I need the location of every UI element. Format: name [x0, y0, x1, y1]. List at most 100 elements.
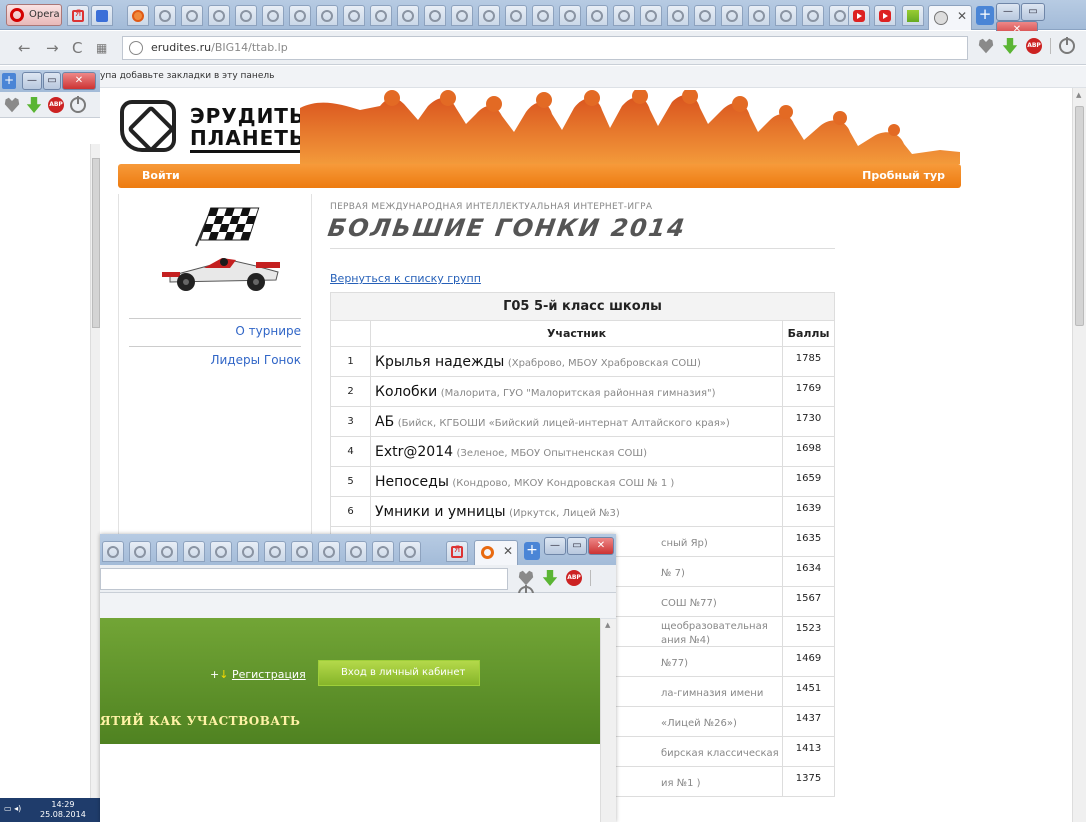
tab-loading[interactable]	[183, 541, 205, 562]
tab-loading[interactable]	[237, 541, 259, 562]
window2-scrollbar[interactable]: ▲	[600, 619, 616, 822]
rank-cell: 5	[330, 466, 371, 497]
tab-loading[interactable]	[505, 5, 527, 26]
logo-icon	[120, 100, 176, 152]
opera-menu-button[interactable]: Opera	[6, 4, 62, 26]
tab-loading[interactable]	[667, 5, 689, 26]
left-window-scrollbar[interactable]	[90, 144, 100, 804]
reload-icon[interactable]: C	[72, 39, 82, 57]
maximize-button[interactable]: ▭	[1021, 3, 1045, 21]
tab-loading[interactable]	[478, 5, 500, 26]
tab-loading[interactable]	[559, 5, 581, 26]
scroll-up-icon[interactable]: ▲	[605, 621, 610, 629]
tray-icons[interactable]: ▭ ◂)	[4, 804, 21, 813]
heart-icon[interactable]	[518, 570, 534, 586]
tab-loading[interactable]	[721, 5, 743, 26]
new-tab-button[interactable]: +	[524, 542, 540, 560]
tab-youtube[interactable]	[848, 5, 870, 26]
forward-icon[interactable]: →	[46, 39, 59, 57]
minimize-button[interactable]: —	[996, 3, 1020, 21]
maximize-button[interactable]: ▭	[567, 537, 587, 555]
sidebar-item-leaders[interactable]: Лидеры Гонок	[210, 353, 301, 367]
tab-yandex[interactable]	[446, 541, 468, 562]
tab-google[interactable]	[91, 5, 113, 26]
tab-active[interactable]: ✕	[474, 540, 518, 565]
tab-loading[interactable]	[343, 5, 365, 26]
site-logo[interactable]: ЭРУДИТЫ ПЛАНЕТЫ	[118, 94, 311, 158]
tab-loading[interactable]	[318, 541, 340, 562]
tab-loading[interactable]	[129, 541, 151, 562]
close-window-button[interactable]: ✕	[62, 72, 96, 90]
heart-icon[interactable]	[4, 97, 20, 113]
taskbar-clock[interactable]: 14:29 25.08.2014	[40, 800, 86, 820]
close-tab-icon[interactable]: ✕	[957, 9, 967, 23]
tab-loading[interactable]	[181, 5, 203, 26]
loading-icon	[807, 10, 819, 22]
tab-loading[interactable]	[210, 541, 232, 562]
tab-loading[interactable]	[748, 5, 770, 26]
tab-site[interactable]	[127, 5, 149, 26]
tab-loading[interactable]	[586, 5, 608, 26]
tab-loading[interactable]	[316, 5, 338, 26]
page-scrollbar[interactable]: ▲	[1072, 88, 1086, 822]
back-to-groups-link[interactable]: Вернуться к списку групп	[330, 272, 481, 285]
adblock-icon[interactable]: ABP	[1026, 38, 1042, 54]
heart-icon[interactable]	[978, 38, 994, 54]
tab-loading[interactable]	[370, 5, 392, 26]
tab-loading[interactable]	[694, 5, 716, 26]
tab-loading[interactable]	[613, 5, 635, 26]
tab-loading[interactable]	[397, 5, 419, 26]
back-icon[interactable]: ←	[18, 39, 31, 57]
team-info: СОШ №77)	[661, 597, 717, 609]
tab-loading[interactable]	[424, 5, 446, 26]
register-link[interactable]: +↓ Регистрация	[210, 668, 306, 681]
new-tab-button[interactable]: +	[2, 73, 16, 89]
window2-menu[interactable]: ЯТИЙ КАК УЧАСТВОВАТЬ	[100, 714, 300, 728]
tab-loading[interactable]	[264, 541, 286, 562]
speed-dial-icon[interactable]: ▦	[96, 41, 107, 55]
power-icon[interactable]	[1059, 37, 1075, 54]
tab-loading[interactable]	[399, 541, 421, 562]
new-tab-button[interactable]: +	[976, 6, 994, 25]
tab-loading[interactable]	[345, 541, 367, 562]
url-field[interactable]: erudites.ru/BIG14/ttab.lp	[122, 36, 968, 60]
adblock-icon[interactable]: ABP	[566, 570, 582, 586]
login-link[interactable]: Войти	[142, 169, 180, 182]
scroll-thumb[interactable]	[1075, 106, 1084, 326]
scroll-thumb[interactable]	[92, 158, 100, 328]
adblock-icon[interactable]: ABP	[48, 97, 64, 113]
tab-loading[interactable]	[154, 5, 176, 26]
tab-loading[interactable]	[262, 5, 284, 26]
scroll-up-icon[interactable]: ▲	[1076, 91, 1081, 99]
maximize-button[interactable]: ▭	[43, 72, 61, 90]
game-title: БОЛЬШИЕ ГОНКИ 2014	[326, 214, 689, 242]
tab-active[interactable]: ✕	[928, 5, 972, 30]
tab-loading[interactable]	[451, 5, 473, 26]
tab-loading[interactable]	[208, 5, 230, 26]
download-icon[interactable]	[1002, 38, 1018, 54]
tab-loading[interactable]	[372, 541, 394, 562]
tab-loading[interactable]	[532, 5, 554, 26]
tab-loading[interactable]	[102, 541, 124, 562]
sidebar-item-about[interactable]: О турнире	[235, 324, 301, 338]
tab-yandex[interactable]	[67, 5, 89, 26]
cabinet-login-button[interactable]: Вход в личный кабинет	[318, 660, 480, 686]
tab-loading[interactable]	[289, 5, 311, 26]
tab-green[interactable]	[902, 5, 924, 26]
tab-loading[interactable]	[235, 5, 257, 26]
url-field[interactable]	[100, 568, 508, 590]
tab-loading[interactable]	[802, 5, 824, 26]
trial-round-link[interactable]: Пробный тур	[862, 169, 945, 182]
tab-loading[interactable]	[775, 5, 797, 26]
tab-loading[interactable]	[640, 5, 662, 26]
minimize-button[interactable]: —	[22, 72, 42, 90]
power-icon[interactable]	[70, 96, 86, 113]
minimize-button[interactable]: —	[544, 537, 566, 555]
download-icon[interactable]	[542, 570, 558, 586]
download-icon[interactable]	[26, 97, 42, 113]
tab-youtube[interactable]	[874, 5, 896, 26]
close-window-button[interactable]: ✕	[588, 537, 614, 555]
tab-loading[interactable]	[291, 541, 313, 562]
close-tab-icon[interactable]: ✕	[503, 544, 513, 558]
tab-loading[interactable]	[156, 541, 178, 562]
